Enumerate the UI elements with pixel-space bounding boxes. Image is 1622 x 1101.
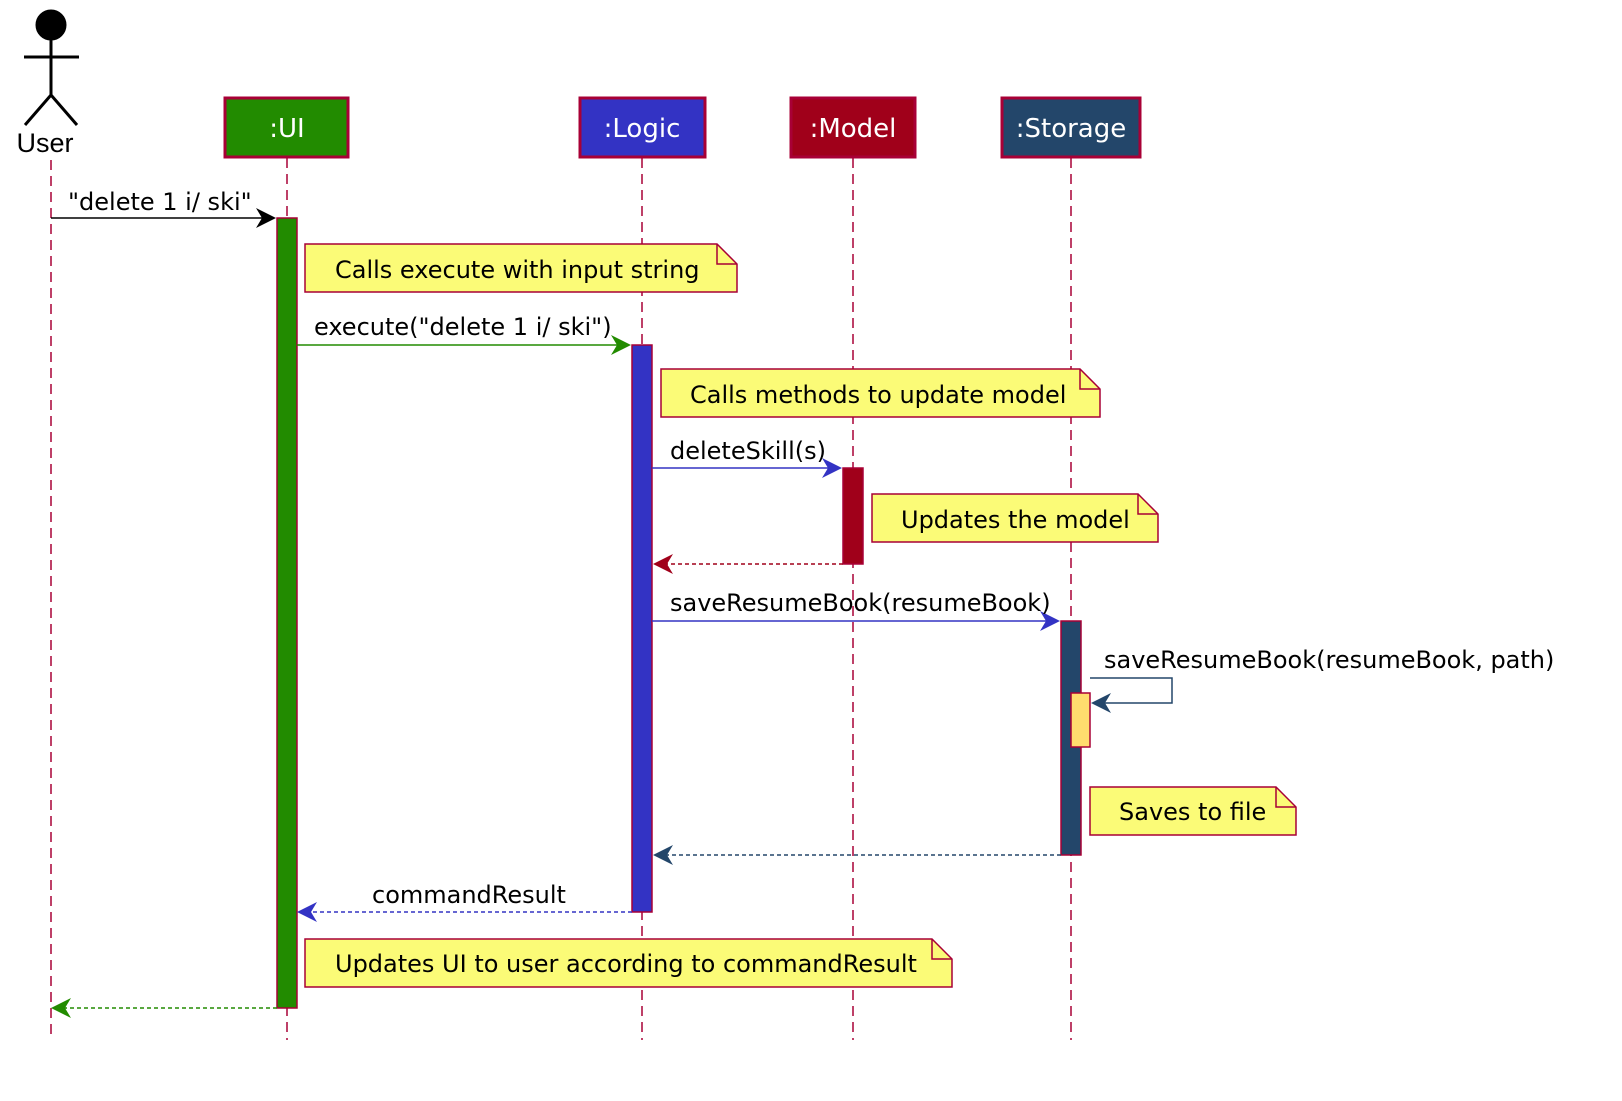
arrowhead-icon xyxy=(51,998,71,1018)
note-calls-methods: Calls methods to update model xyxy=(660,368,1101,418)
participant-ui: :UI xyxy=(223,96,350,159)
message-self-save: saveResumeBook(resumeBook, path) xyxy=(1090,646,1554,713)
participant-model: :Model xyxy=(789,96,917,159)
participant-label: :Model xyxy=(810,114,897,144)
message-label: "delete 1 i/ ski" xyxy=(68,188,252,216)
activation-logic xyxy=(631,344,653,913)
message-label: commandResult xyxy=(372,881,566,909)
message-delete-skill: deleteSkill(s) xyxy=(652,437,842,478)
actor-user: User xyxy=(16,9,79,158)
arrowhead-icon xyxy=(653,845,673,865)
sequence-diagram: User :UI :Logic :Model :Storage Calls ex… xyxy=(16,9,1554,1040)
activation-storage-nested xyxy=(1070,692,1091,748)
note-text: Calls execute with input string xyxy=(335,256,700,284)
message-command-result: commandResult xyxy=(297,881,632,922)
message-label: saveResumeBook(resumeBook) xyxy=(670,589,1051,617)
note-text: Saves to file xyxy=(1119,798,1266,826)
message-label: saveResumeBook(resumeBook, path) xyxy=(1104,646,1554,674)
message-return-user xyxy=(51,998,277,1018)
note-text: Updates UI to user according to commandR… xyxy=(335,950,917,978)
participant-label: :Storage xyxy=(1016,114,1127,144)
actor-label: User xyxy=(16,128,73,158)
note-updates-model: Updates the model xyxy=(871,493,1159,543)
note-calls-execute: Calls execute with input string xyxy=(304,243,738,293)
message-label: execute("delete 1 i/ ski") xyxy=(314,313,612,341)
message-execute: execute("delete 1 i/ ski") xyxy=(297,313,631,355)
participant-label: :Logic xyxy=(604,114,681,144)
note-text: Updates the model xyxy=(901,506,1130,534)
message-return-storage xyxy=(653,845,1061,865)
note-updates-ui: Updates UI to user according to commandR… xyxy=(304,938,953,988)
activation-ui xyxy=(276,217,298,1009)
message-return-model xyxy=(653,554,843,574)
arrowhead-icon xyxy=(653,554,673,574)
message-label: deleteSkill(s) xyxy=(670,437,826,465)
note-text: Calls methods to update model xyxy=(690,381,1066,409)
participant-logic: :Logic xyxy=(578,96,707,159)
participant-storage: :Storage xyxy=(1000,96,1142,159)
activation-model xyxy=(842,467,864,565)
stick-figure-icon xyxy=(23,9,79,126)
message-save-resume-book: saveResumeBook(resumeBook) xyxy=(652,589,1060,631)
message-user-to-ui: "delete 1 i/ ski" xyxy=(51,188,276,228)
note-saves-to-file: Saves to file xyxy=(1089,786,1297,836)
participant-label: :UI xyxy=(269,114,304,144)
